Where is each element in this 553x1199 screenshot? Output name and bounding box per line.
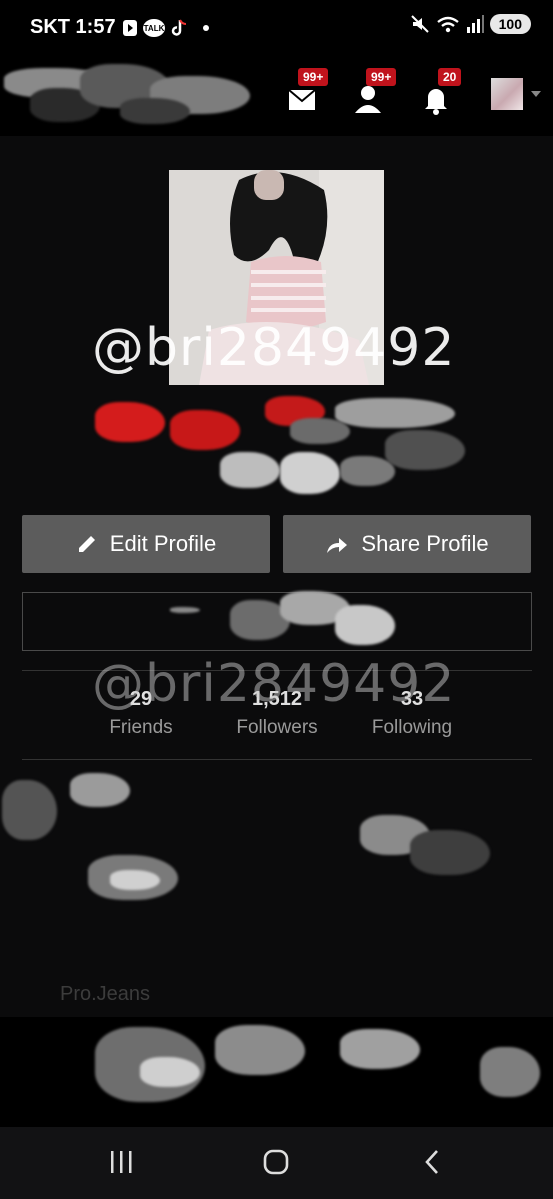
tiktok-icon	[171, 19, 187, 36]
faded-section-label: Pro.Jeans	[60, 983, 151, 1005]
chevron-down-icon[interactable]	[530, 90, 542, 98]
notification-icons: TALK	[122, 18, 209, 38]
signal-icon	[466, 15, 484, 33]
back-icon[interactable]	[422, 1149, 442, 1177]
avatar[interactable]	[491, 78, 523, 110]
battery-indicator: 100	[489, 14, 531, 34]
pencil-icon	[78, 536, 95, 552]
redacted-bio	[170, 585, 410, 655]
system-icons: 100	[410, 14, 531, 34]
friends-label: Friends	[109, 717, 173, 738]
friend-requests-badge: 99+	[366, 68, 397, 86]
messages-badge: 99+	[298, 68, 329, 86]
dot-icon	[203, 25, 209, 31]
kakaotalk-icon: TALK	[143, 19, 165, 37]
share-arrow-icon	[327, 538, 348, 553]
username-watermark-faded: @bri2849492	[92, 654, 456, 714]
friend-requests-icon[interactable]	[352, 82, 386, 116]
home-icon[interactable]	[263, 1149, 291, 1177]
mute-icon	[410, 15, 429, 33]
wifi-icon	[436, 16, 459, 33]
status-bar: SKT 1:57 TALK 100	[0, 0, 553, 58]
redacted-logo	[0, 58, 270, 136]
mail-icon[interactable]	[286, 82, 320, 116]
redacted-display-name	[85, 390, 475, 500]
notifications-badge: 20	[438, 68, 462, 86]
edit-profile-button[interactable]: Edit Profile	[22, 515, 270, 573]
carrier-time: SKT 1:57	[30, 16, 116, 38]
following-label: Following	[371, 717, 453, 738]
redacted-bottom-tabs	[0, 1017, 553, 1127]
username-watermark: @bri2849492	[92, 318, 456, 378]
share-profile-label: Share Profile	[361, 531, 489, 556]
followers-label: Followers	[236, 717, 318, 738]
top-header: 99+ 99+ 20	[0, 58, 553, 136]
recent-apps-icon[interactable]	[108, 1149, 136, 1175]
redacted-content	[0, 770, 553, 970]
play-icon	[123, 20, 137, 36]
edit-profile-label: Edit Profile	[109, 531, 217, 556]
divider	[22, 759, 532, 760]
share-profile-button[interactable]: Share Profile	[283, 515, 531, 573]
bell-icon[interactable]	[420, 82, 454, 116]
android-nav-bar	[0, 1127, 553, 1199]
